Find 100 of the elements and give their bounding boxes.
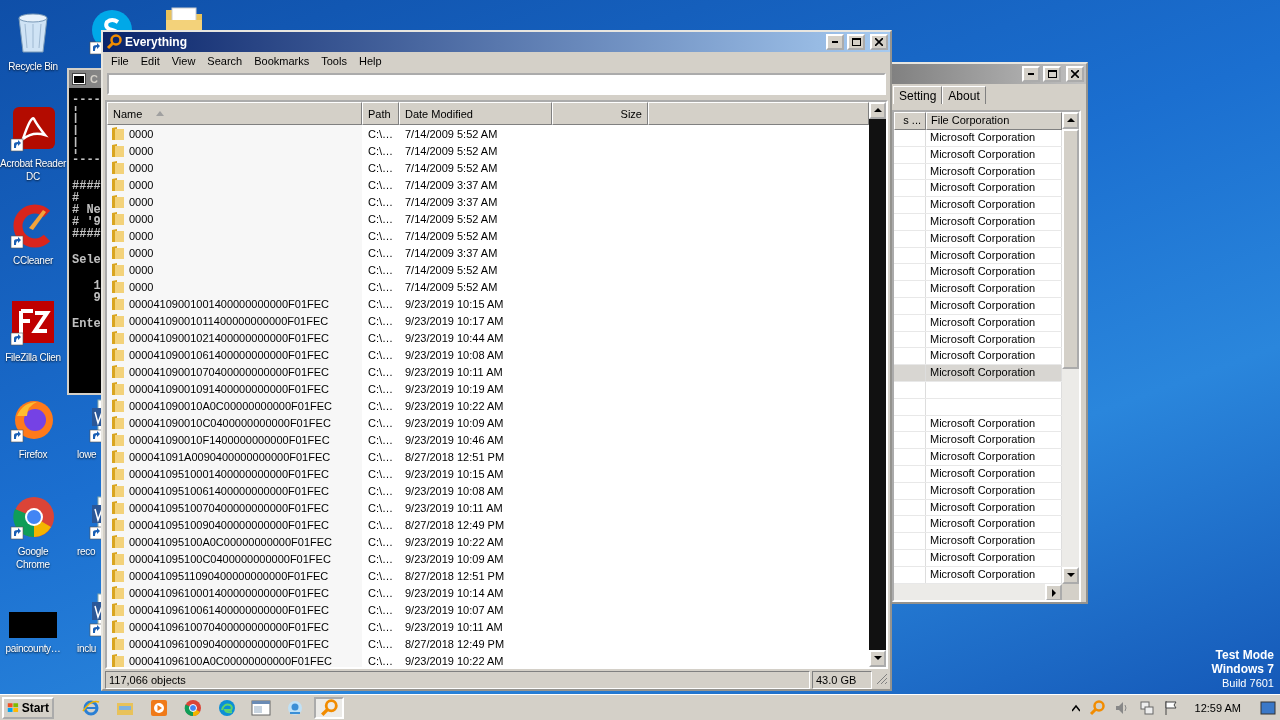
desktop-icon-label[interactable]: CCleaner — [13, 254, 53, 267]
scroll-down-button[interactable] — [1062, 567, 1079, 584]
folder-icon — [111, 432, 125, 447]
column-header[interactable]: Path — [362, 102, 399, 125]
file-name: 000041090010C0400000000000F01FEC — [129, 416, 331, 429]
table-row[interactable]: Microsoft Corporation — [894, 516, 1062, 534]
desktop-icon-label[interactable]: Acrobat Reader DC — [0, 157, 66, 183]
desktop-icon-label[interactable]: reco — [72, 545, 96, 558]
maximize-button[interactable] — [847, 34, 865, 50]
close-button[interactable] — [870, 34, 888, 50]
file-path: C:\… — [368, 569, 394, 582]
table-row[interactable]: Microsoft Corporation — [894, 348, 1062, 366]
table-cell: Microsoft Corporation — [930, 567, 1036, 580]
magnifier-icon — [106, 34, 122, 50]
date-modified: 7/14/2009 5:52 AM — [405, 263, 498, 276]
chevron-up-icon[interactable] — [1071, 703, 1080, 712]
menu-item[interactable]: Help — [352, 52, 388, 70]
menu-item[interactable]: Edit — [134, 52, 166, 70]
column-header[interactable]: Size — [552, 102, 648, 125]
column-header[interactable]: Date Modified — [399, 102, 552, 125]
desktop-icon-label[interactable]: lowe — [72, 448, 97, 461]
console-text: ---- — [72, 94, 101, 106]
clock[interactable]: 12:59 AM — [1194, 701, 1241, 714]
file-name: 00004109510001400000000000F01FEC — [129, 467, 329, 480]
magnifier-icon — [1088, 699, 1105, 716]
desktop-icon-label[interactable]: Google Chrome — [0, 545, 66, 571]
console-text: ¦ — [72, 118, 80, 130]
horizontal-scrollbar[interactable] — [894, 584, 1079, 600]
flag-icon[interactable] — [1163, 699, 1178, 716]
table-cell: Microsoft Corporation — [930, 198, 1036, 211]
show-desktop-icon[interactable] — [1260, 700, 1276, 715]
file-path: C:\… — [368, 467, 394, 480]
tab[interactable]: About — [942, 86, 986, 104]
date-modified: 7/14/2009 5:52 AM — [405, 229, 498, 242]
tab[interactable]: Setting — [893, 86, 943, 104]
table-cell: Microsoft Corporation — [930, 248, 1036, 261]
menu-item[interactable]: Search — [201, 52, 249, 70]
date-modified: 9/23/2019 10:08 AM — [405, 348, 504, 361]
test-mode-text: Windows 7 — [1211, 662, 1274, 676]
file-name: 0000 — [129, 229, 154, 242]
minimize-button[interactable] — [1022, 66, 1040, 82]
menu-item[interactable]: View — [165, 52, 202, 70]
menu-item[interactable]: Tools — [315, 52, 353, 70]
scroll-down-button[interactable] — [869, 650, 886, 667]
folder-icon — [111, 143, 125, 158]
search-field[interactable] — [107, 73, 886, 95]
file-name: 0000 — [129, 144, 154, 157]
close-button[interactable] — [1066, 66, 1084, 82]
folder-icon — [111, 211, 125, 226]
folder-icon — [111, 517, 125, 532]
menu-item[interactable]: Bookmarks — [248, 52, 316, 70]
file-name: 00004109001070400000000000F01FEC — [129, 365, 329, 378]
file-name: 0000 — [129, 195, 154, 208]
table-row[interactable]: Microsoft Corporation — [894, 180, 1062, 198]
taskbar-button[interactable] — [314, 696, 344, 719]
scrollbar[interactable] — [869, 102, 886, 667]
column-header[interactable]: Name — [107, 102, 362, 125]
desktop-icon-label[interactable]: Firefox — [18, 448, 48, 461]
minimize-button[interactable] — [826, 34, 844, 50]
start-button[interactable]: Start — [2, 696, 54, 719]
file-name: 00004109001091400000000000F01FEC — [129, 382, 329, 395]
desktop-icon-label[interactable]: paincounty… — [5, 642, 61, 655]
file-path: C:\… — [368, 535, 394, 548]
date-modified: 9/23/2019 10:17 AM — [405, 314, 504, 327]
table-row[interactable]: Microsoft Corporation — [894, 449, 1062, 466]
table-row[interactable]: Microsoft Corporation — [894, 130, 1062, 147]
column-header[interactable]: s ... — [894, 112, 926, 130]
down-arrow-icon — [1066, 571, 1075, 580]
test-mode-text: Build 7601 — [1222, 676, 1274, 690]
desktop-icon-label[interactable]: inclu — [72, 642, 97, 655]
object-count: 117,066 objects — [109, 674, 186, 686]
console-text: 9 — [92, 292, 101, 304]
date-modified: 7/14/2009 3:37 AM — [405, 246, 498, 259]
table-cell: Microsoft Corporation — [930, 416, 1036, 429]
table-row[interactable]: Microsoft Corporation — [894, 533, 1062, 550]
desktop-icon-label[interactable]: FileZilla Clien — [5, 351, 61, 364]
folder-icon — [111, 279, 125, 294]
desktop-icon-label[interactable]: Recycle Bin — [8, 60, 58, 73]
menu-item[interactable]: File — [105, 52, 135, 70]
folder-icon — [111, 466, 125, 481]
table-row[interactable]: Microsoft Corporation — [894, 365, 1062, 382]
scrollbar[interactable] — [1062, 112, 1079, 584]
date-modified: 7/14/2009 5:52 AM — [405, 280, 498, 293]
table-row[interactable]: Microsoft Corporation — [894, 264, 1062, 282]
table-cell: Microsoft Corporation — [930, 349, 1036, 362]
console-text: Ente — [72, 318, 101, 330]
table-row[interactable]: Microsoft Corporation — [894, 197, 1062, 214]
table-row[interactable]: Microsoft Corporation — [894, 432, 1062, 450]
table-cell: Microsoft Corporation — [930, 164, 1036, 177]
table-row[interactable]: Microsoft Corporation — [894, 281, 1062, 298]
table-cell: Microsoft Corporation — [930, 433, 1036, 446]
scroll-up-button[interactable] — [1062, 112, 1079, 129]
window-title: Everything — [125, 35, 188, 49]
scroll-up-button[interactable] — [869, 102, 886, 119]
column-header[interactable]: File Corporation — [926, 112, 1062, 130]
maximize-button[interactable] — [1043, 66, 1061, 82]
table-cell: Microsoft Corporation — [930, 282, 1036, 295]
table-cell: Microsoft Corporation — [930, 534, 1036, 547]
resize-grip-icon[interactable] — [874, 671, 888, 685]
scroll-right-button[interactable] — [1045, 584, 1062, 600]
